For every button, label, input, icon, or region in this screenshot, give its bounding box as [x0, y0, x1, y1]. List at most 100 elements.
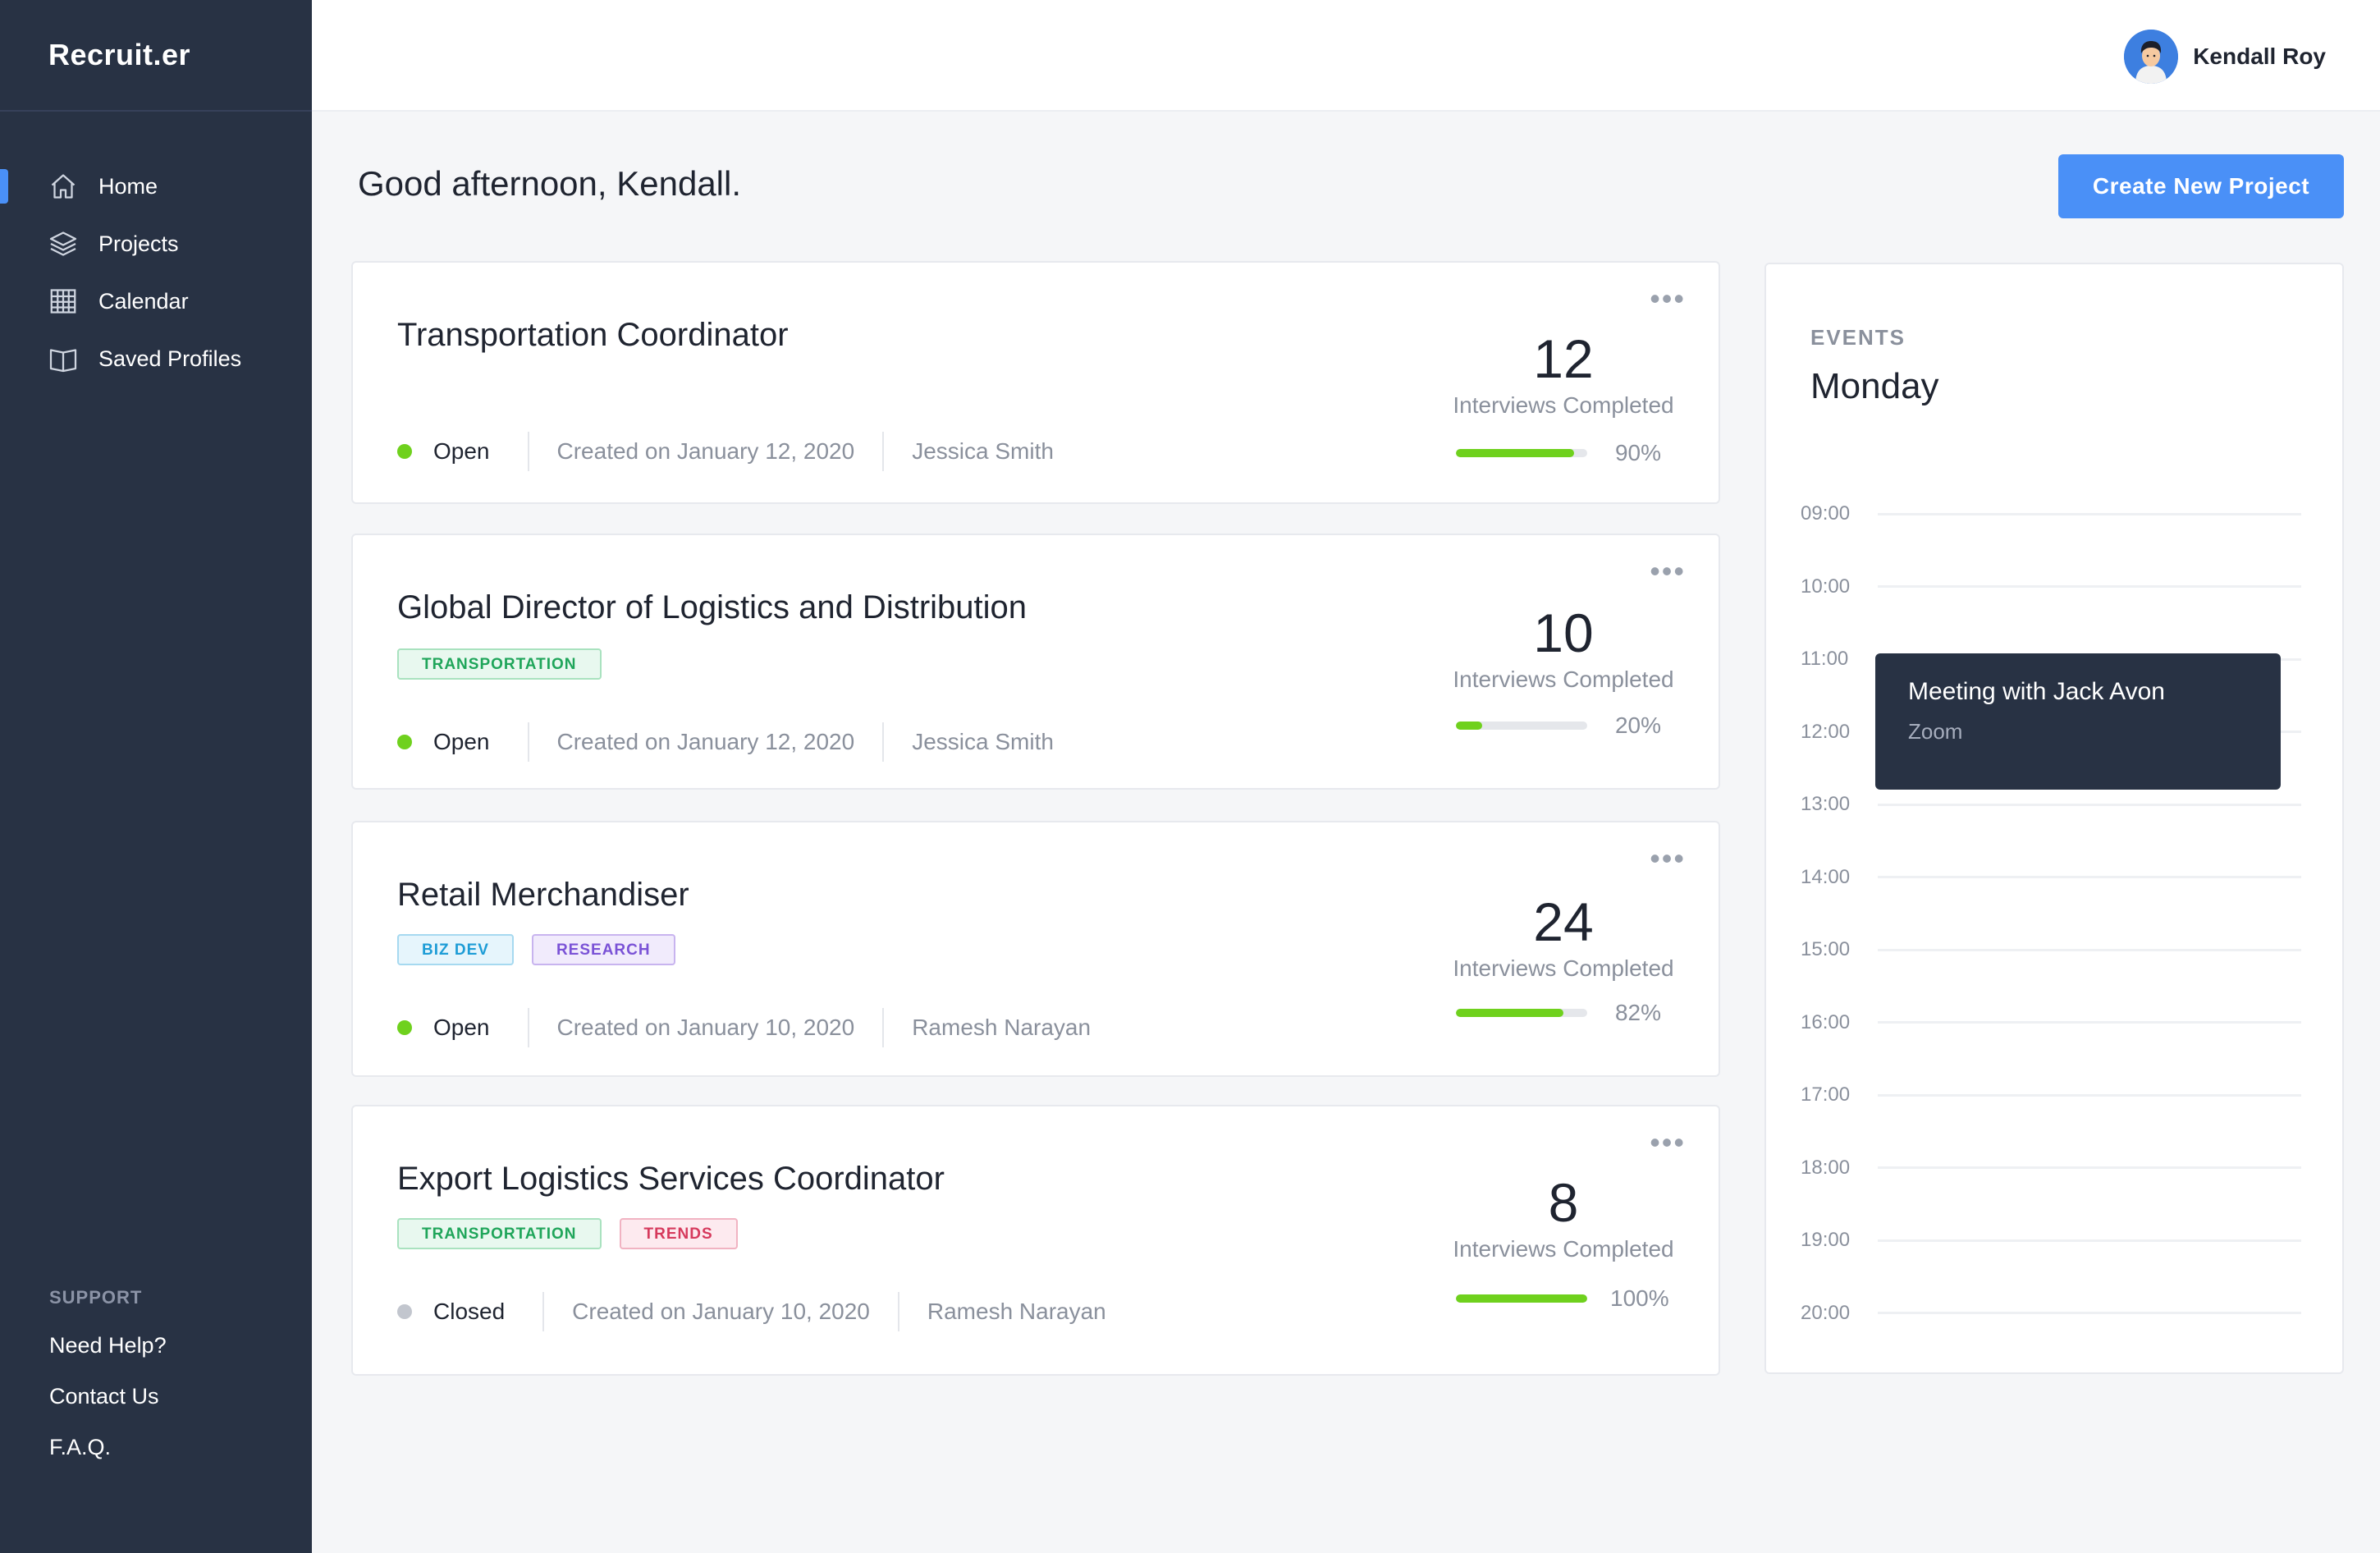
create-new-project-button[interactable]: Create New Project [2058, 154, 2344, 218]
project-owner: Jessica Smith [912, 438, 1054, 464]
interviews-stats: 24 Interviews Completed [1444, 895, 1682, 982]
calendar-icon [48, 286, 79, 317]
time-slot[interactable]: 13:00 [1801, 793, 2301, 816]
project-meta: Open Created on January 12, 2020 Jessica… [397, 432, 1054, 471]
time-gridline [1878, 1239, 2301, 1242]
contact-us-link[interactable]: Contact Us [49, 1384, 167, 1435]
tag-transportation[interactable]: TRANSPORTATION [397, 1218, 602, 1249]
progress-fill [1456, 1294, 1587, 1303]
status: Closed [397, 1292, 545, 1331]
project-meta: Open Created on January 10, 2020 Ramesh … [397, 1008, 1091, 1047]
progress-fill [1456, 1009, 1564, 1017]
support-title: SUPPORT [49, 1287, 143, 1308]
time-slot[interactable]: 18:00 [1801, 1157, 2301, 1180]
project-title[interactable]: Export Logistics Services Coordinator [397, 1161, 945, 1198]
project-card[interactable]: ••• Export Logistics Services Coordinato… [351, 1105, 1720, 1376]
sidebar-item-calendar[interactable]: Calendar [0, 273, 312, 330]
project-meta: Closed Created on January 10, 2020 Rames… [397, 1292, 1106, 1331]
events-panel: EVENTS Monday 09:00 10:00 11:00 12:00 13:00 1… [1764, 263, 2344, 1374]
project-owner: Ramesh Narayan [927, 1299, 1106, 1324]
time-label: 10:00 [1801, 575, 1851, 598]
time-label: 18:00 [1801, 1156, 1851, 1179]
tag-trends[interactable]: TRENDS [619, 1218, 738, 1249]
status-label: Open [433, 438, 490, 464]
interviews-stats: 10 Interviews Completed [1444, 606, 1682, 693]
time-slot[interactable]: 14:00 [1801, 866, 2301, 889]
time-label: 14:00 [1801, 865, 1851, 888]
layers-icon [48, 228, 79, 259]
more-options-icon[interactable]: ••• [1650, 557, 1686, 586]
progress-fill [1456, 449, 1574, 457]
created-date: Created on January 10, 2020 [544, 1292, 899, 1331]
more-options-icon[interactable]: ••• [1650, 284, 1686, 314]
interviews-label: Interviews Completed [1453, 1236, 1674, 1262]
time-slot[interactable]: 15:00 [1801, 938, 2301, 961]
support-section: SUPPORT Need Help? Contact Us F.A.Q. [49, 1287, 167, 1486]
time-gridline [1878, 585, 2301, 588]
project-card[interactable]: ••• Retail Merchandiser BIZ DEV RESEARCH… [351, 821, 1720, 1077]
interviews-label: Interviews Completed [1453, 955, 1674, 981]
status-label: Open [433, 1015, 490, 1040]
tag-transportation[interactable]: TRANSPORTATION [397, 648, 602, 680]
tag-research[interactable]: RESEARCH [531, 934, 675, 965]
time-slot[interactable]: 17:00 [1801, 1083, 2301, 1106]
event-location: Zoom [1908, 719, 1963, 744]
interviews-count: 10 [1533, 602, 1594, 663]
more-options-icon[interactable]: ••• [1650, 1128, 1686, 1157]
progress: 82% [1456, 1000, 1661, 1026]
sidebar-item-saved-profiles[interactable]: Saved Profiles [0, 330, 312, 387]
time-gridline [1878, 876, 2301, 878]
time-gridline [1878, 1312, 2301, 1314]
created-date: Created on January 12, 2020 [529, 722, 885, 762]
time-gridline [1878, 512, 2301, 515]
tag-list: BIZ DEV RESEARCH [397, 934, 675, 965]
sidebar: Recruit.er Home Projects Calendar Saved … [0, 0, 312, 1553]
top-bar: Kendall Roy [312, 0, 2380, 112]
progress-bar [1456, 1009, 1587, 1017]
progress-percent: 90% [1614, 440, 1661, 465]
more-options-icon[interactable]: ••• [1650, 844, 1686, 873]
status-label: Closed [433, 1299, 506, 1324]
need-help-link[interactable]: Need Help? [49, 1333, 167, 1384]
time-label: 09:00 [1801, 502, 1851, 525]
time-label: 13:00 [1801, 793, 1851, 815]
status: Open [397, 1008, 529, 1047]
status-dot [397, 1020, 412, 1035]
user-menu[interactable]: Kendall Roy [2124, 30, 2326, 84]
username: Kendall Roy [2193, 44, 2326, 69]
progress-bar [1456, 1294, 1587, 1303]
events-label: EVENTS [1810, 325, 1906, 350]
time-slot[interactable]: 09:00 [1801, 502, 2301, 525]
sidebar-item-home[interactable]: Home [0, 158, 312, 215]
avatar[interactable] [2124, 30, 2179, 84]
sidebar-item-projects[interactable]: Projects [0, 215, 312, 273]
sidebar-item-label: Calendar [98, 288, 189, 314]
tag-biz-dev[interactable]: BIZ DEV [397, 934, 514, 965]
brand-logo[interactable]: Recruit.er [0, 0, 312, 112]
time-label: 15:00 [1801, 938, 1851, 960]
progress-percent: 100% [1610, 1285, 1669, 1311]
interviews-label: Interviews Completed [1453, 667, 1674, 692]
progress: 90% [1456, 440, 1661, 466]
progress-fill [1456, 722, 1482, 730]
progress: 100% [1456, 1285, 1669, 1312]
project-title[interactable]: Retail Merchandiser [397, 877, 689, 914]
time-slot[interactable]: 16:00 [1801, 1011, 2301, 1034]
project-card[interactable]: ••• Transportation Coordinator Open Crea… [351, 261, 1720, 504]
faq-link[interactable]: F.A.Q. [49, 1435, 167, 1486]
event-meeting[interactable]: Meeting with Jack Avon Zoom [1875, 653, 2281, 790]
time-slot[interactable]: 20:00 [1801, 1302, 2301, 1325]
home-icon [48, 171, 79, 202]
sidebar-nav: Home Projects Calendar Saved Profiles [0, 158, 312, 387]
project-card[interactable]: ••• Global Director of Logistics and Dis… [351, 534, 1720, 790]
status-label: Open [433, 729, 490, 754]
time-slot[interactable]: 10:00 [1801, 575, 2301, 598]
project-title[interactable]: Global Director of Logistics and Distrib… [397, 589, 1027, 626]
event-title: Meeting with Jack Avon [1908, 678, 2165, 705]
interviews-count: 24 [1533, 891, 1594, 952]
time-slot[interactable]: 19:00 [1801, 1229, 2301, 1252]
project-owner: Ramesh Narayan [912, 1015, 1092, 1040]
status-dot [397, 444, 412, 459]
time-gridline [1878, 1021, 2301, 1024]
project-title[interactable]: Transportation Coordinator [397, 317, 789, 354]
